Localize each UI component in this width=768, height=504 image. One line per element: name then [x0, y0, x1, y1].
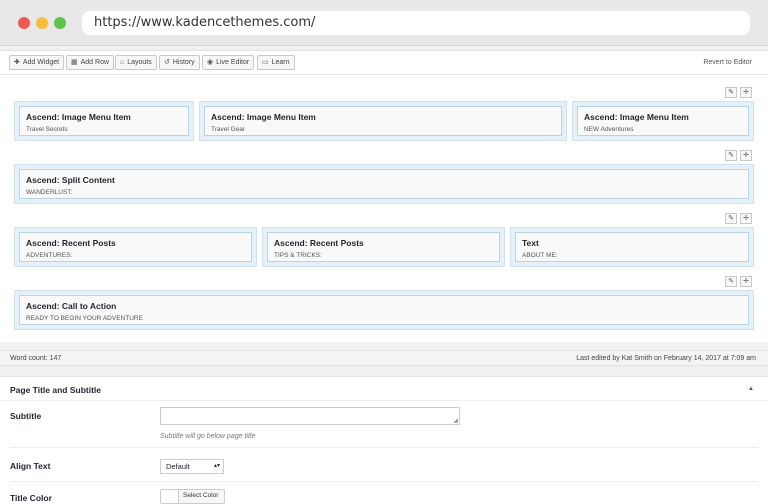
color-swatch	[161, 490, 179, 503]
row-1-cell-1: Ascend: Image Menu Item Travel Secrets	[14, 101, 194, 141]
move-icon: ✛	[743, 89, 749, 96]
row-1-move-handle[interactable]: ✛	[740, 87, 752, 98]
wrench-icon: ✎	[728, 278, 734, 285]
learn-button[interactable]: ▭ Learn	[257, 55, 295, 70]
widget-title: Ascend: Image Menu Item	[26, 112, 131, 122]
widget-subtitle: Travel Secrets	[26, 126, 68, 133]
widget-image-menu-item[interactable]: Ascend: Image Menu Item NEW Adventures	[577, 106, 749, 136]
learn-icon: ▭	[262, 59, 269, 66]
plus-icon: ✚	[14, 59, 20, 66]
field-divider	[10, 447, 758, 448]
row-1-cell-2: Ascend: Image Menu Item Travel Gear	[199, 101, 567, 141]
row-2-settings-button[interactable]: ✎	[725, 150, 737, 161]
row-3-settings-button[interactable]: ✎	[725, 213, 737, 224]
widget-recent-posts[interactable]: Ascend: Recent Posts ADVENTURES:	[19, 232, 252, 262]
align-text-label: Align Text	[10, 461, 51, 471]
widget-subtitle: WANDERLUST:	[26, 189, 73, 196]
widget-title: Text	[522, 238, 539, 248]
widget-subtitle: READY TO BEGIN YOUR ADVENTURE	[26, 315, 143, 322]
close-window-dot[interactable]	[18, 17, 30, 29]
row-3-cell-1: Ascend: Recent Posts ADVENTURES:	[14, 227, 257, 267]
live-editor-button[interactable]: ◉ Live Editor	[202, 55, 255, 70]
editor-status-bar: Word count: 147 Last edited by Kat Smith…	[0, 350, 768, 366]
row-1-cell-3: Ascend: Image Menu Item NEW Adventures	[572, 101, 754, 141]
history-button[interactable]: ↺ History	[159, 55, 200, 70]
subtitle-input[interactable]: ◢	[160, 407, 460, 425]
dropdown-arrow-icon: ▴▾	[213, 463, 220, 469]
address-bar[interactable]: https://www.kadencethemes.com/	[82, 11, 750, 35]
metabox-title: Page Title and Subtitle	[10, 385, 101, 395]
row-2-move-handle[interactable]: ✛	[740, 150, 752, 161]
widget-title: Ascend: Recent Posts	[274, 238, 364, 248]
metabox-header[interactable]: Page Title and Subtitle ▲	[0, 377, 768, 401]
row-4-move-handle[interactable]: ✛	[740, 276, 752, 287]
widget-text[interactable]: Text ABOUT ME:	[515, 232, 749, 262]
move-icon: ✛	[743, 215, 749, 222]
toolbar-divider	[0, 74, 768, 75]
widget-subtitle: NEW Adventures	[584, 126, 634, 133]
title-color-picker-button[interactable]: Select Color	[160, 489, 225, 504]
widget-subtitle: ABOUT ME:	[522, 252, 558, 259]
title-color-label: Title Color	[10, 493, 52, 503]
last-edited-info: Last edited by Kat Smith on February 14,…	[576, 355, 756, 362]
revert-to-editor-link[interactable]: Revert to Editor	[703, 59, 752, 66]
row-3-cell-3: Text ABOUT ME:	[510, 227, 754, 267]
widget-image-menu-item[interactable]: Ascend: Image Menu Item Travel Secrets	[19, 106, 189, 136]
row-2-cell-1: Ascend: Split Content WANDERLUST:	[14, 164, 754, 204]
widget-split-content[interactable]: Ascend: Split Content WANDERLUST:	[19, 169, 749, 199]
row-3-move-handle[interactable]: ✛	[740, 213, 752, 224]
widget-recent-posts[interactable]: Ascend: Recent Posts TIPS & TRICKS:	[267, 232, 500, 262]
widget-subtitle: ADVENTURES:	[26, 252, 73, 259]
grid-icon: ▦	[71, 59, 78, 66]
row-4-settings-button[interactable]: ✎	[725, 276, 737, 287]
resize-icon[interactable]: ◢	[453, 417, 458, 424]
widget-title: Ascend: Image Menu Item	[584, 112, 689, 122]
field-divider	[10, 481, 758, 482]
collapse-arrow-icon[interactable]: ▲	[748, 386, 754, 392]
page-builder: ✚ Add Widget ▦ Add Row ⌂ Layouts ↺ History ◉…	[0, 50, 768, 342]
page-title-metabox: Page Title and Subtitle ▲ Subtitle ◢ Sub…	[0, 376, 768, 504]
eye-icon: ◉	[207, 59, 214, 66]
row-1-settings-button[interactable]: ✎	[725, 87, 737, 98]
widget-title: Ascend: Recent Posts	[26, 238, 116, 248]
widget-subtitle: Travel Gear	[211, 126, 246, 133]
wrench-icon: ✎	[728, 215, 734, 222]
builder-toolbar: ✚ Add Widget ▦ Add Row ⌂ Layouts ↺ History ◉…	[0, 51, 768, 75]
word-count: Word count: 147	[10, 355, 62, 362]
minimize-window-dot[interactable]	[36, 17, 48, 29]
maximize-window-dot[interactable]	[54, 17, 66, 29]
add-widget-button[interactable]: ✚ Add Widget	[9, 55, 65, 70]
layouts-button[interactable]: ⌂ Layouts	[115, 55, 157, 70]
layouts-icon: ⌂	[120, 59, 125, 66]
subtitle-label: Subtitle	[10, 411, 42, 421]
move-icon: ✛	[743, 152, 749, 159]
widget-title: Ascend: Image Menu Item	[211, 112, 316, 122]
add-row-button[interactable]: ▦ Add Row	[66, 55, 115, 70]
widget-subtitle: TIPS & TRICKS:	[274, 252, 322, 259]
move-icon: ✛	[743, 278, 749, 285]
widget-title: Ascend: Split Content	[26, 175, 115, 185]
wrench-icon: ✎	[728, 152, 734, 159]
wrench-icon: ✎	[728, 89, 734, 96]
subtitle-hint: Subtitle will go below page title	[160, 433, 256, 440]
widget-image-menu-item[interactable]: Ascend: Image Menu Item Travel Gear	[204, 106, 562, 136]
widget-title: Ascend: Call to Action	[26, 301, 117, 311]
browser-chrome: https://www.kadencethemes.com/	[0, 0, 768, 46]
row-3-cell-2: Ascend: Recent Posts TIPS & TRICKS:	[262, 227, 505, 267]
history-icon: ↺	[164, 59, 170, 66]
widget-call-to-action[interactable]: Ascend: Call to Action READY TO BEGIN YO…	[19, 295, 749, 325]
row-4-cell-1: Ascend: Call to Action READY TO BEGIN YO…	[14, 290, 754, 330]
align-text-select[interactable]: Default ▴▾	[160, 459, 224, 474]
